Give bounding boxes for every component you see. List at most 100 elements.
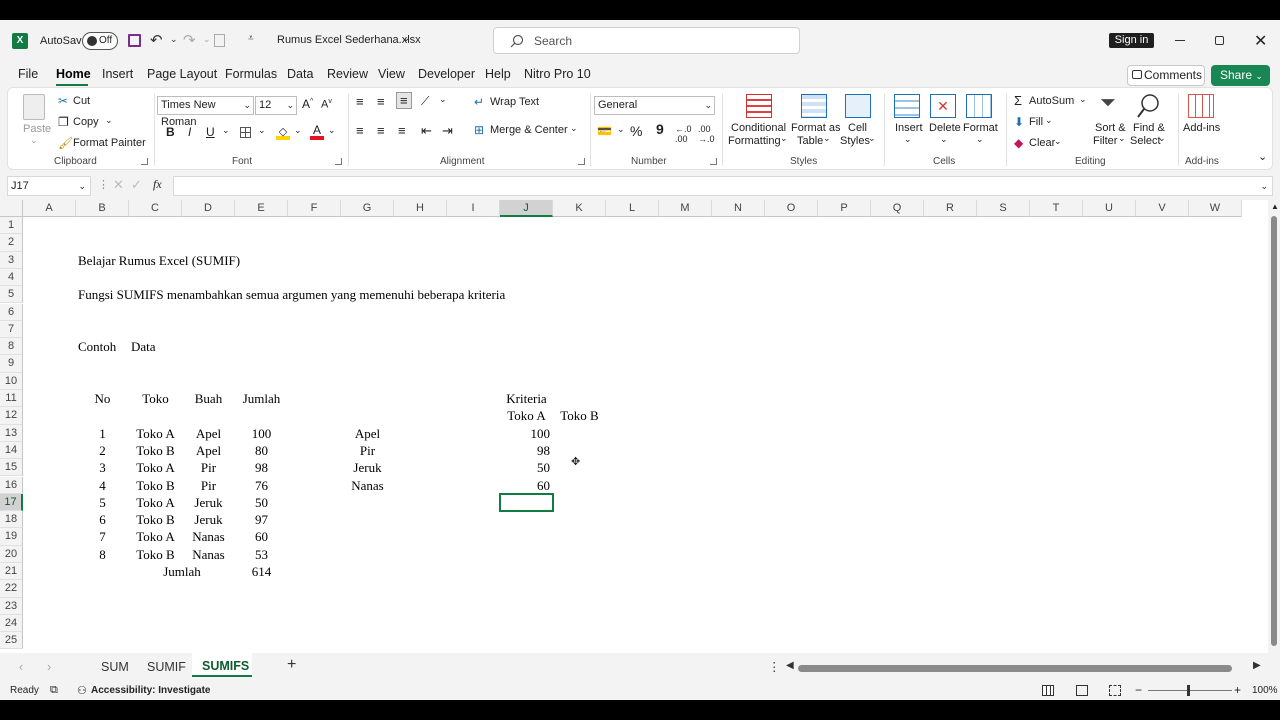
decrease-decimal-icon[interactable]: .00 →.0: [698, 124, 715, 144]
zoom-level[interactable]: 100%: [1252, 685, 1278, 696]
delete-cells-button[interactable]: Delete: [929, 122, 961, 134]
next-sheet-icon[interactable]: ›: [47, 660, 51, 674]
filename-chevron-icon[interactable]: ⌄: [402, 33, 410, 44]
format-as-table-button[interactable]: Format as: [791, 122, 841, 134]
vertical-scroll-thumb[interactable]: [1271, 216, 1277, 646]
scroll-up-icon[interactable]: ▲: [1271, 202, 1279, 211]
add-ins-button[interactable]: Add-ins: [1183, 122, 1220, 134]
fill-color-chevron-icon[interactable]: ⌄: [294, 125, 302, 136]
comma-style-button[interactable]: 9: [656, 121, 664, 137]
add-sheet-icon[interactable]: +: [287, 656, 296, 674]
merge-chevron-icon[interactable]: ⌄: [570, 123, 578, 134]
autosave-toggle[interactable]: Off: [82, 32, 118, 50]
column-header-l[interactable]: L: [606, 200, 659, 217]
decrease-indent-icon[interactable]: ⇤: [421, 123, 432, 139]
sheet-tab-sum[interactable]: SUM: [101, 660, 129, 674]
conditional-formatting-button[interactable]: Conditional: [731, 122, 786, 134]
cell-styles-chevron-icon[interactable]: ⌄: [868, 133, 876, 144]
tab-formulas[interactable]: Formulas: [225, 67, 277, 81]
column-header-p[interactable]: P: [818, 200, 871, 217]
row-header-17[interactable]: 17: [0, 493, 23, 512]
align-top-icon[interactable]: ≡: [356, 94, 364, 109]
format-table-chevron-icon[interactable]: ⌄: [823, 133, 831, 144]
sign-in-button[interactable]: Sign in: [1109, 33, 1154, 48]
row-header-11[interactable]: 11: [0, 390, 23, 408]
search-box[interactable]: Search: [493, 27, 800, 54]
tab-data[interactable]: Data: [287, 67, 313, 81]
tab-help[interactable]: Help: [485, 67, 511, 81]
row-header-7[interactable]: 7: [0, 320, 23, 339]
autosum-button[interactable]: AutoSum: [1029, 95, 1074, 107]
page-layout-view-icon[interactable]: [1076, 685, 1088, 696]
cell-styles-button[interactable]: Cell: [848, 122, 867, 134]
formula-input[interactable]: ⌄: [173, 176, 1273, 196]
row-header-25[interactable]: 25: [0, 632, 23, 650]
conditional-chevron-icon[interactable]: ⌄: [780, 133, 788, 144]
number-format-select[interactable]: General ⌄: [594, 96, 715, 115]
column-header-g[interactable]: G: [341, 200, 394, 217]
row-header-16[interactable]: 16: [0, 476, 23, 494]
zoom-out-icon[interactable]: −: [1135, 683, 1142, 697]
row-header-12[interactable]: 12: [0, 407, 23, 425]
font-launcher-icon[interactable]: [335, 158, 342, 165]
sheet-tab-sumif[interactable]: SUMIF: [147, 660, 186, 674]
zoom-in-icon[interactable]: +: [1234, 683, 1241, 697]
format-painter-button[interactable]: Format Painter: [73, 137, 146, 149]
column-header-r[interactable]: R: [924, 200, 977, 217]
row-header-4[interactable]: 4: [0, 268, 23, 287]
row-header-24[interactable]: 24: [0, 614, 23, 633]
paste-icon[interactable]: [23, 94, 45, 120]
delete-chevron-icon[interactable]: ⌄: [940, 134, 948, 145]
row-header-14[interactable]: 14: [0, 441, 23, 460]
align-left-icon[interactable]: ≡: [356, 123, 364, 138]
align-center-icon[interactable]: ≡: [377, 123, 385, 138]
close-icon[interactable]: ✕: [1254, 31, 1267, 51]
column-header-a[interactable]: A: [23, 200, 76, 217]
column-header-j[interactable]: J: [500, 200, 553, 217]
number-launcher-icon[interactable]: [710, 158, 717, 165]
tab-insert[interactable]: Insert: [102, 67, 133, 81]
column-header-u[interactable]: U: [1083, 200, 1136, 217]
paste-button[interactable]: Paste: [23, 123, 51, 135]
column-header-n[interactable]: N: [712, 200, 765, 217]
scroll-right-icon[interactable]: ▶: [1253, 660, 1261, 671]
zoom-slider-thumb[interactable]: [1187, 685, 1190, 696]
sort-chevron-icon[interactable]: ⌄: [1118, 133, 1126, 144]
tab-page-layout[interactable]: Page Layout: [147, 67, 217, 81]
file-name[interactable]: Rumus Excel Sederhana.xlsx: [277, 34, 421, 46]
italic-button[interactable]: I: [188, 125, 191, 139]
redo-dropdown-icon[interactable]: ⌄: [203, 34, 211, 45]
borders-chevron-icon[interactable]: ⌄: [258, 125, 266, 136]
tab-file[interactable]: File: [18, 67, 38, 81]
customize-qat-icon[interactable]: ⩡: [248, 33, 254, 44]
comments-button[interactable]: Comments: [1127, 65, 1205, 86]
selected-cell[interactable]: [499, 492, 554, 513]
accessibility-icon[interactable]: ⚇: [77, 684, 87, 697]
horizontal-scroll-thumb[interactable]: [798, 665, 1232, 672]
prev-sheet-icon[interactable]: ‹: [19, 660, 23, 674]
autosum-chevron-icon[interactable]: ⌄: [1079, 94, 1087, 105]
row-header-19[interactable]: 19: [0, 528, 23, 546]
fill-color-icon[interactable]: ◇: [276, 125, 290, 140]
row-header-10[interactable]: 10: [0, 372, 23, 390]
fill-button[interactable]: Fill: [1029, 116, 1043, 128]
enter-icon[interactable]: ✓: [131, 177, 142, 193]
bold-button[interactable]: B: [166, 125, 175, 139]
row-header-6[interactable]: 6: [0, 303, 23, 321]
row-header-22[interactable]: 22: [0, 580, 23, 598]
normal-view-icon[interactable]: [1042, 685, 1054, 696]
insert-chevron-icon[interactable]: ⌄: [904, 134, 912, 145]
row-header-18[interactable]: 18: [0, 511, 23, 529]
column-header-t[interactable]: T: [1030, 200, 1083, 217]
align-right-icon[interactable]: ≡: [398, 123, 406, 138]
clear-button[interactable]: Clear: [1029, 137, 1055, 149]
column-header-q[interactable]: Q: [871, 200, 924, 217]
redo-icon[interactable]: ↷: [183, 31, 196, 49]
column-header-m[interactable]: M: [659, 200, 712, 217]
save-icon[interactable]: [128, 34, 141, 47]
tab-developer[interactable]: Developer: [418, 67, 475, 81]
tab-view[interactable]: View: [378, 67, 405, 81]
row-header-9[interactable]: 9: [0, 355, 23, 373]
copy-chevron-icon[interactable]: ⌄: [105, 115, 113, 126]
row-header-1[interactable]: 1: [0, 217, 23, 235]
